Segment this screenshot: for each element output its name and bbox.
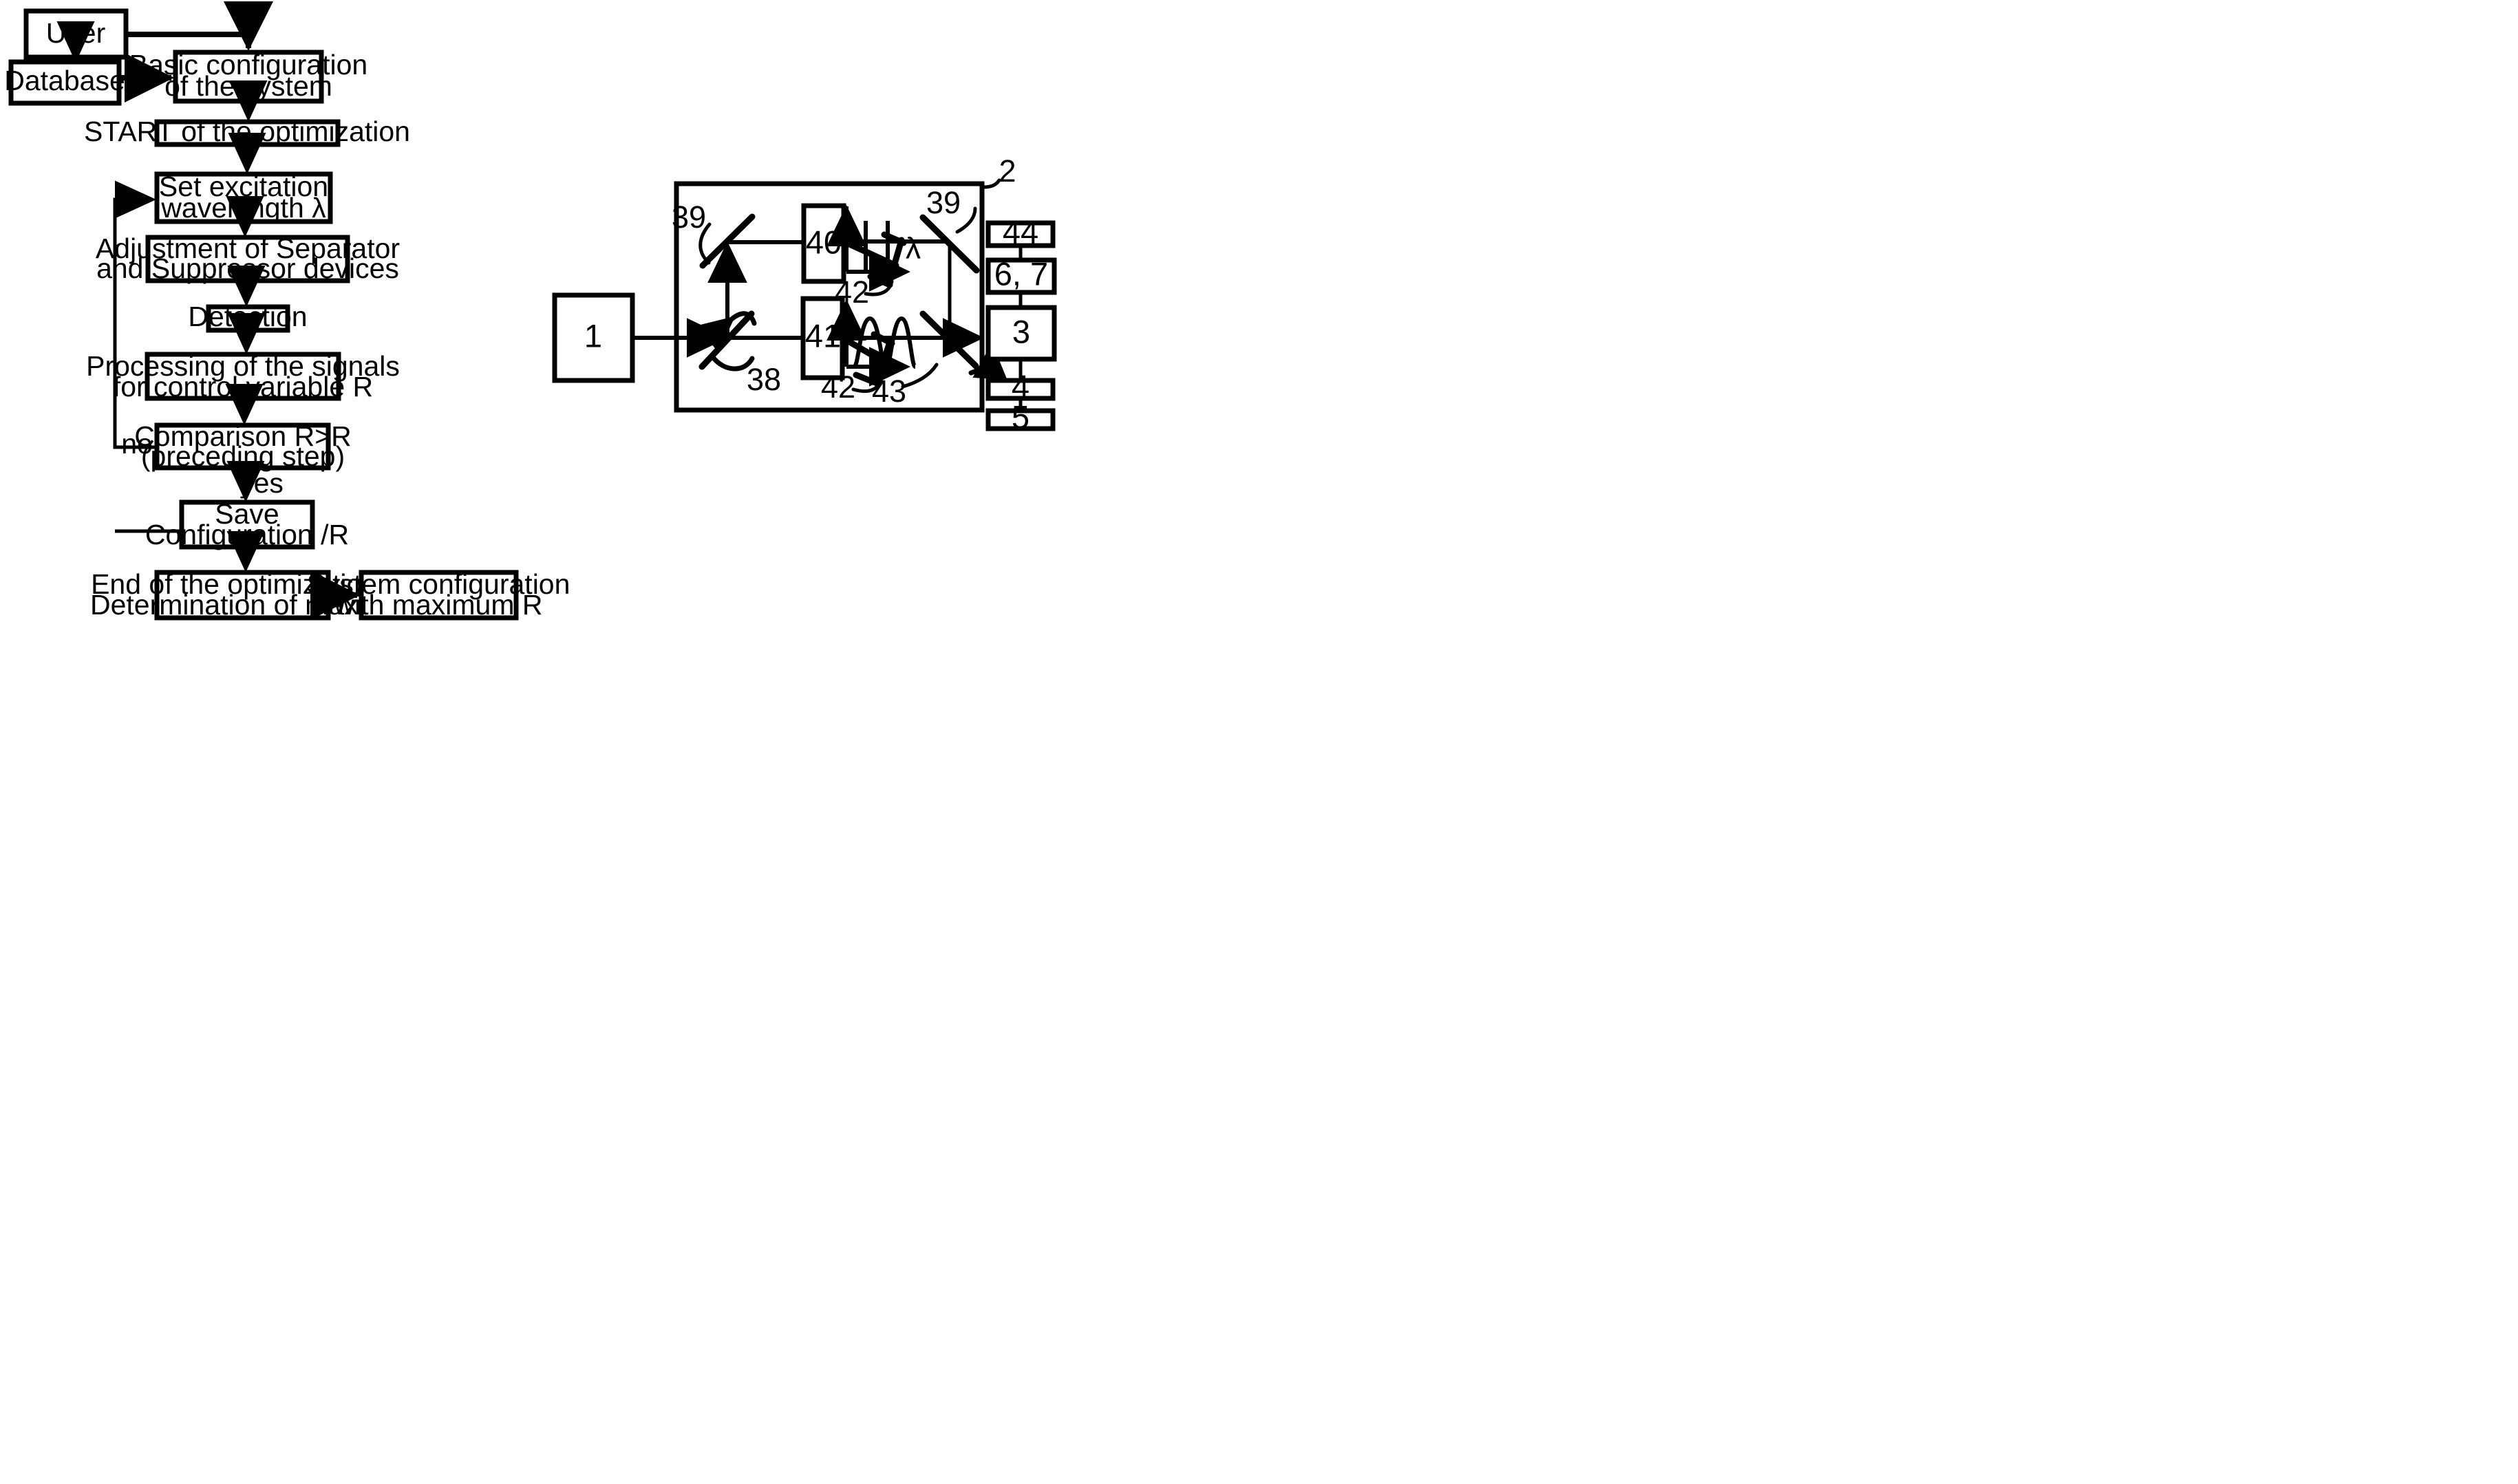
flow-node-processing: Processing of the signals for control va…	[86, 350, 400, 402]
flow-node-comparison: Comparison R>R (preceding step)	[134, 420, 352, 472]
flow-branch-label-no: no	[121, 428, 153, 460]
flow-node-user: User	[23, 8, 129, 60]
flow-node-set-excitation: Set excitation wavelength λ	[154, 171, 333, 224]
flow-node-user-label: User	[46, 17, 106, 49]
flow-branch-label-yes: yes	[239, 467, 284, 499]
flow-node-save-config: Save Configuration /R	[145, 498, 349, 550]
optic-module-box-41: 41	[800, 296, 845, 380]
optic-module-box-40-label: 40	[806, 224, 842, 260]
optic-ref-label-2: 2	[999, 153, 1016, 189]
optic-ref-label-42-top: 42	[835, 275, 869, 310]
flow-node-processing-label-line2: for control variable R	[113, 371, 373, 402]
optic-stack-box-3-label: 3	[1012, 313, 1030, 350]
optic-ref-label-39-left: 39	[672, 200, 706, 235]
flow-node-detection-label: Detection	[188, 301, 307, 332]
optic-source-box-1: 1	[552, 292, 635, 383]
optic-ref-label-43: 43	[872, 374, 906, 409]
optic-module-box-40: 40	[801, 203, 846, 284]
flow-node-system-config-label-line2: with maximum R	[334, 589, 543, 621]
flow-node-save-config-label-line2: Configuration /R	[145, 519, 349, 550]
flow-node-adjustment-label-line2: and Suppressor devices	[96, 252, 399, 284]
flow-node-adjustment: Adjustment of Separator and Suppressor d…	[96, 233, 400, 284]
flow-node-database-label: Database	[4, 65, 125, 96]
inset-spectrum-lambda-label: λ	[906, 232, 921, 266]
patent-diagram: User Database Basic configuration of the…	[4, 1, 1057, 621]
leader-ref-2	[981, 178, 1001, 189]
flow-node-start: START of the optimization	[84, 116, 410, 147]
flow-node-start-label: START of the optimization	[84, 116, 410, 147]
optic-ref-label-38: 38	[747, 362, 781, 397]
optic-ref-label-42-bottom: 42	[821, 369, 855, 405]
connector-user-to-basic-config	[126, 1, 273, 51]
flow-node-detection: Detection	[188, 301, 308, 333]
optic-stack-box-44-label: 44	[1003, 213, 1038, 250]
optic-stack-box-67-label: 6, 7	[994, 255, 1048, 292]
patent-figure-root: User Database Basic configuration of the…	[0, 0, 2518, 1484]
optic-source-box-1-label: 1	[584, 317, 602, 354]
optic-right-stack: 44 6, 7 3 4 5	[985, 213, 1057, 435]
optic-ref-label-39-right: 39	[926, 185, 961, 220]
flow-node-database: Database	[4, 59, 125, 106]
flow-node-set-excitation-label-line2: wavelength λ	[160, 192, 326, 224]
flow-node-basic-config-label-line2: of the system	[164, 70, 332, 102]
optic-module-box-41-label: 41	[805, 317, 841, 354]
